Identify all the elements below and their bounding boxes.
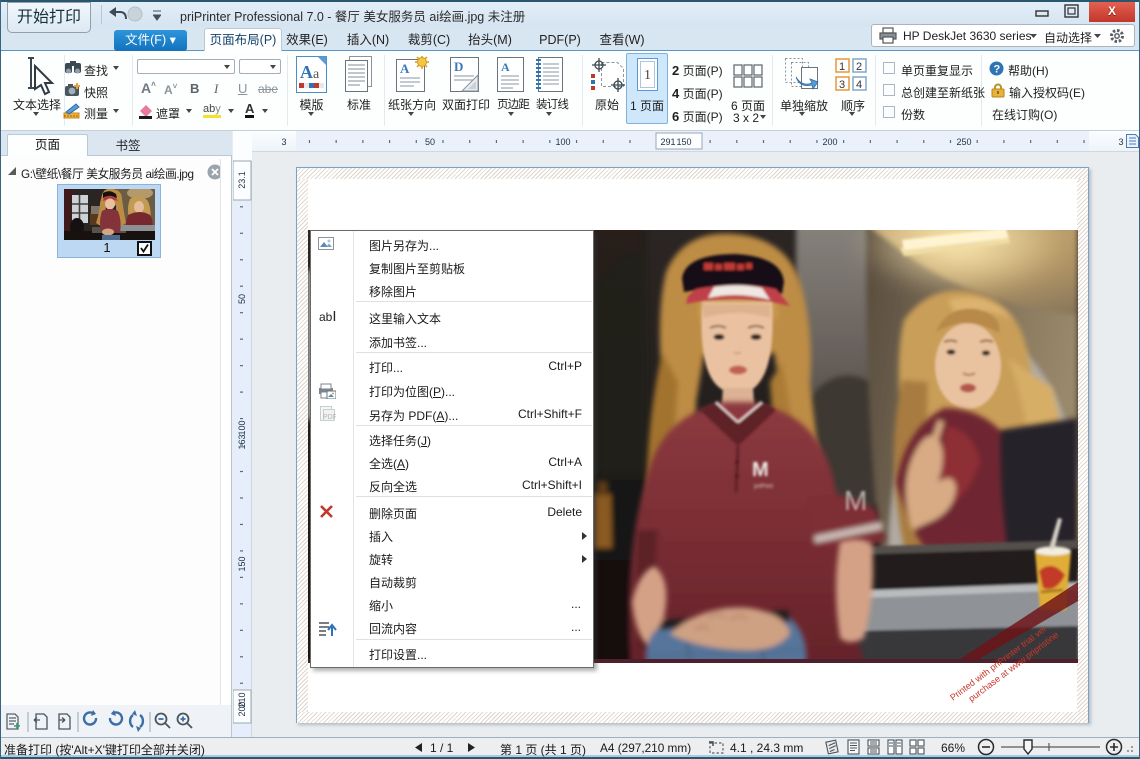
svg-text:A: A <box>501 60 510 74</box>
svg-text:150: 150 <box>676 137 691 147</box>
svg-text:D: D <box>454 59 463 74</box>
svg-text:A: A <box>400 61 410 76</box>
svg-text:150: 150 <box>237 556 247 571</box>
svg-text:23.1: 23.1 <box>237 171 247 189</box>
svg-text:50: 50 <box>425 137 435 147</box>
svg-text:200: 200 <box>822 137 837 147</box>
svg-text:priPrint: priPrint <box>754 484 773 490</box>
svg-text:3: 3 <box>1118 137 1123 147</box>
svg-text:A: A <box>300 62 313 82</box>
svg-text:2: 2 <box>856 61 862 73</box>
svg-text:M: M <box>844 485 867 516</box>
svg-text:4: 4 <box>856 79 862 91</box>
svg-text:M: M <box>752 459 769 481</box>
svg-text:250: 250 <box>956 137 971 147</box>
svg-text:163: 163 <box>237 434 247 449</box>
svg-text:3: 3 <box>281 137 286 147</box>
svg-text:PDF: PDF <box>323 414 336 421</box>
svg-text:50: 50 <box>237 294 247 304</box>
svg-text:100: 100 <box>237 420 247 435</box>
svg-text:1: 1 <box>644 68 651 83</box>
svg-text:1: 1 <box>839 61 845 73</box>
svg-text:210: 210 <box>237 692 247 707</box>
svg-text:291: 291 <box>660 137 675 147</box>
svg-text:?: ? <box>994 64 1001 76</box>
svg-text:a: a <box>313 67 320 82</box>
svg-text:3: 3 <box>839 79 845 91</box>
svg-text:100: 100 <box>555 137 570 147</box>
